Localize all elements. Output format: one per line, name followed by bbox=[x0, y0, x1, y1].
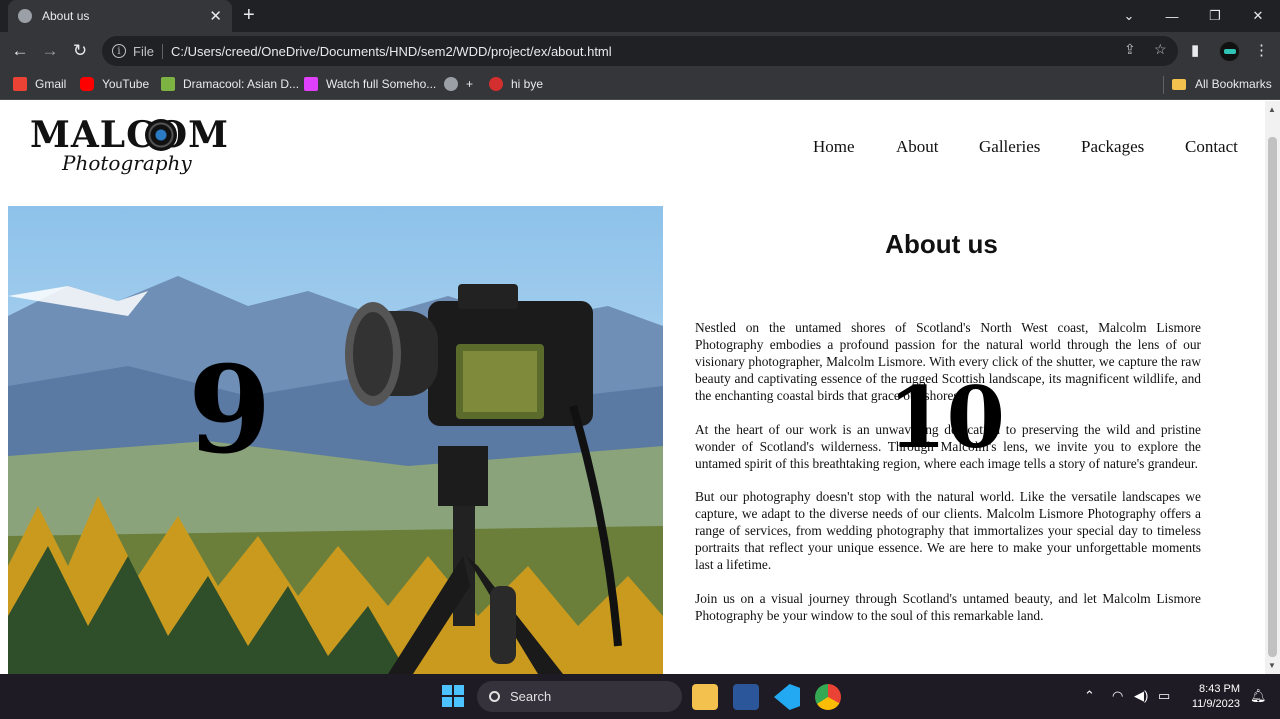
share-icon[interactable]: ⇪ bbox=[1124, 41, 1136, 58]
folder-icon bbox=[1172, 78, 1186, 90]
bookmark-star-icon[interactable]: ☆ bbox=[1154, 41, 1167, 58]
bookmark-hi-bye[interactable]: hi bye bbox=[489, 77, 543, 91]
page-scrollbar[interactable]: ▲ ▼ bbox=[1265, 101, 1280, 674]
nav-contact[interactable]: Contact bbox=[1185, 137, 1238, 157]
globe-icon bbox=[18, 9, 32, 23]
clock-date: 11/9/2023 bbox=[1191, 698, 1240, 710]
new-tab-button[interactable]: + bbox=[243, 5, 255, 25]
scrollbar-thumb[interactable] bbox=[1268, 137, 1277, 657]
scroll-up-arrow-icon[interactable]: ▲ bbox=[1268, 105, 1276, 114]
file-explorer-icon[interactable] bbox=[692, 684, 718, 710]
bookmark-dramacool[interactable]: Dramacool: Asian D... bbox=[161, 77, 299, 91]
tab-about[interactable]: About us ✕ bbox=[8, 0, 232, 32]
browser-toolbar: ← → ↻ i File C:/Users/creed/OneDrive/Doc… bbox=[0, 32, 1280, 70]
battery-icon[interactable]: ▭ bbox=[1158, 688, 1170, 704]
camera-landscape-photo bbox=[8, 206, 663, 674]
chevron-up-icon[interactable]: ⌃ bbox=[1084, 688, 1095, 704]
tab-search-icon[interactable]: ⌄ bbox=[1107, 0, 1151, 32]
camera-lens-icon bbox=[145, 119, 177, 151]
about-paragraph-4: Join us on a visual journey through Scot… bbox=[695, 590, 1201, 623]
nav-packages[interactable]: Packages bbox=[1081, 137, 1144, 157]
overlay-number-10: 10 bbox=[888, 368, 1005, 467]
site-logo[interactable]: MALCOM Photography bbox=[30, 115, 228, 177]
bookmark-label: Watch full Someho... bbox=[326, 77, 437, 91]
bookmark-plus[interactable]: + bbox=[444, 77, 473, 91]
chrome-icon[interactable] bbox=[815, 684, 841, 710]
url-text[interactable]: C:/Users/creed/OneDrive/Documents/HND/se… bbox=[171, 44, 612, 59]
info-icon[interactable]: i bbox=[112, 44, 126, 58]
logo-main-text: MALCOM bbox=[30, 114, 229, 156]
hero-camera-image bbox=[8, 206, 663, 674]
bookmark-label: Dramacool: Asian D... bbox=[183, 77, 300, 91]
clock-time: 8:43 PM bbox=[1199, 683, 1240, 695]
bookmarks-divider bbox=[1163, 76, 1164, 94]
bookmark-label: Gmail bbox=[35, 77, 67, 91]
taskbar-search[interactable]: Search bbox=[477, 681, 682, 712]
web-page: MALCOM Photography Home About Galleries … bbox=[0, 101, 1265, 674]
nav-about[interactable]: About bbox=[896, 137, 939, 157]
bookmark-watch-full[interactable]: Watch full Someho... bbox=[304, 77, 436, 91]
all-bookmarks-label: All Bookmarks bbox=[1195, 77, 1272, 91]
side-panel-icon[interactable]: ▮ bbox=[1191, 41, 1199, 59]
forward-arrow-icon[interactable]: → bbox=[39, 40, 61, 62]
bookmarks-bar: Gmail YouTube Dramacool: Asian D... Watc… bbox=[0, 70, 1280, 100]
vscode-icon[interactable] bbox=[774, 684, 800, 710]
notification-bell-icon[interactable]: 🔔︎ bbox=[1250, 688, 1267, 704]
search-icon bbox=[489, 691, 500, 702]
minimize-button[interactable]: — bbox=[1150, 0, 1194, 32]
bookmark-label: + bbox=[466, 77, 474, 91]
tab-close-icon[interactable]: ✕ bbox=[209, 9, 222, 24]
about-heading: About us bbox=[885, 229, 998, 259]
back-arrow-icon[interactable]: ← bbox=[9, 40, 31, 62]
scroll-down-arrow-icon[interactable]: ▼ bbox=[1268, 661, 1276, 670]
file-label: File bbox=[133, 43, 163, 59]
tab-title: About us bbox=[42, 9, 90, 23]
volume-icon[interactable]: ◀) bbox=[1134, 688, 1148, 704]
address-bar[interactable]: i File C:/Users/creed/OneDrive/Documents… bbox=[102, 36, 1178, 66]
youtube-icon bbox=[80, 77, 94, 91]
bookmark-label: YouTube bbox=[102, 77, 150, 91]
bookmark-label: hi bye bbox=[511, 77, 544, 91]
k-logo-icon bbox=[304, 77, 318, 91]
m-logo-icon bbox=[489, 77, 503, 91]
overlay-number-9: 9 bbox=[188, 340, 272, 481]
about-paragraph-3: But our photography doesn't stop with th… bbox=[695, 489, 1201, 572]
clock[interactable]: 8:43 PM 11/9/2023 bbox=[1186, 682, 1240, 712]
profile-avatar[interactable] bbox=[1219, 41, 1240, 62]
nav-home[interactable]: Home bbox=[813, 137, 855, 157]
globe-icon bbox=[444, 77, 458, 91]
all-bookmarks-button[interactable]: All Bookmarks bbox=[1172, 77, 1272, 91]
search-label: Search bbox=[510, 689, 552, 704]
bookmark-gmail[interactable]: Gmail bbox=[13, 77, 66, 91]
windows-taskbar: Search ⌃ ◠ ◀) ▭ 8:43 PM 11/9/2023 🔔︎ bbox=[0, 674, 1280, 719]
bookmark-youtube[interactable]: YouTube bbox=[80, 77, 149, 91]
dramacool-icon bbox=[161, 77, 175, 91]
word-icon[interactable] bbox=[733, 684, 759, 710]
windows-start-icon[interactable] bbox=[442, 685, 464, 707]
nav-galleries[interactable]: Galleries bbox=[979, 137, 1040, 157]
reload-icon[interactable]: ↻ bbox=[69, 40, 91, 62]
restore-button[interactable]: ❐ bbox=[1193, 0, 1237, 32]
menu-kebab-icon[interactable]: ⋮ bbox=[1254, 41, 1269, 59]
close-window-button[interactable]: ✕ bbox=[1236, 0, 1280, 32]
gmail-icon bbox=[13, 77, 27, 91]
tab-strip: About us ✕ + ⌄ — ❐ ✕ bbox=[0, 0, 1280, 32]
wifi-icon[interactable]: ◠ bbox=[1112, 688, 1123, 704]
logo-sub-text: Photography bbox=[62, 151, 192, 175]
